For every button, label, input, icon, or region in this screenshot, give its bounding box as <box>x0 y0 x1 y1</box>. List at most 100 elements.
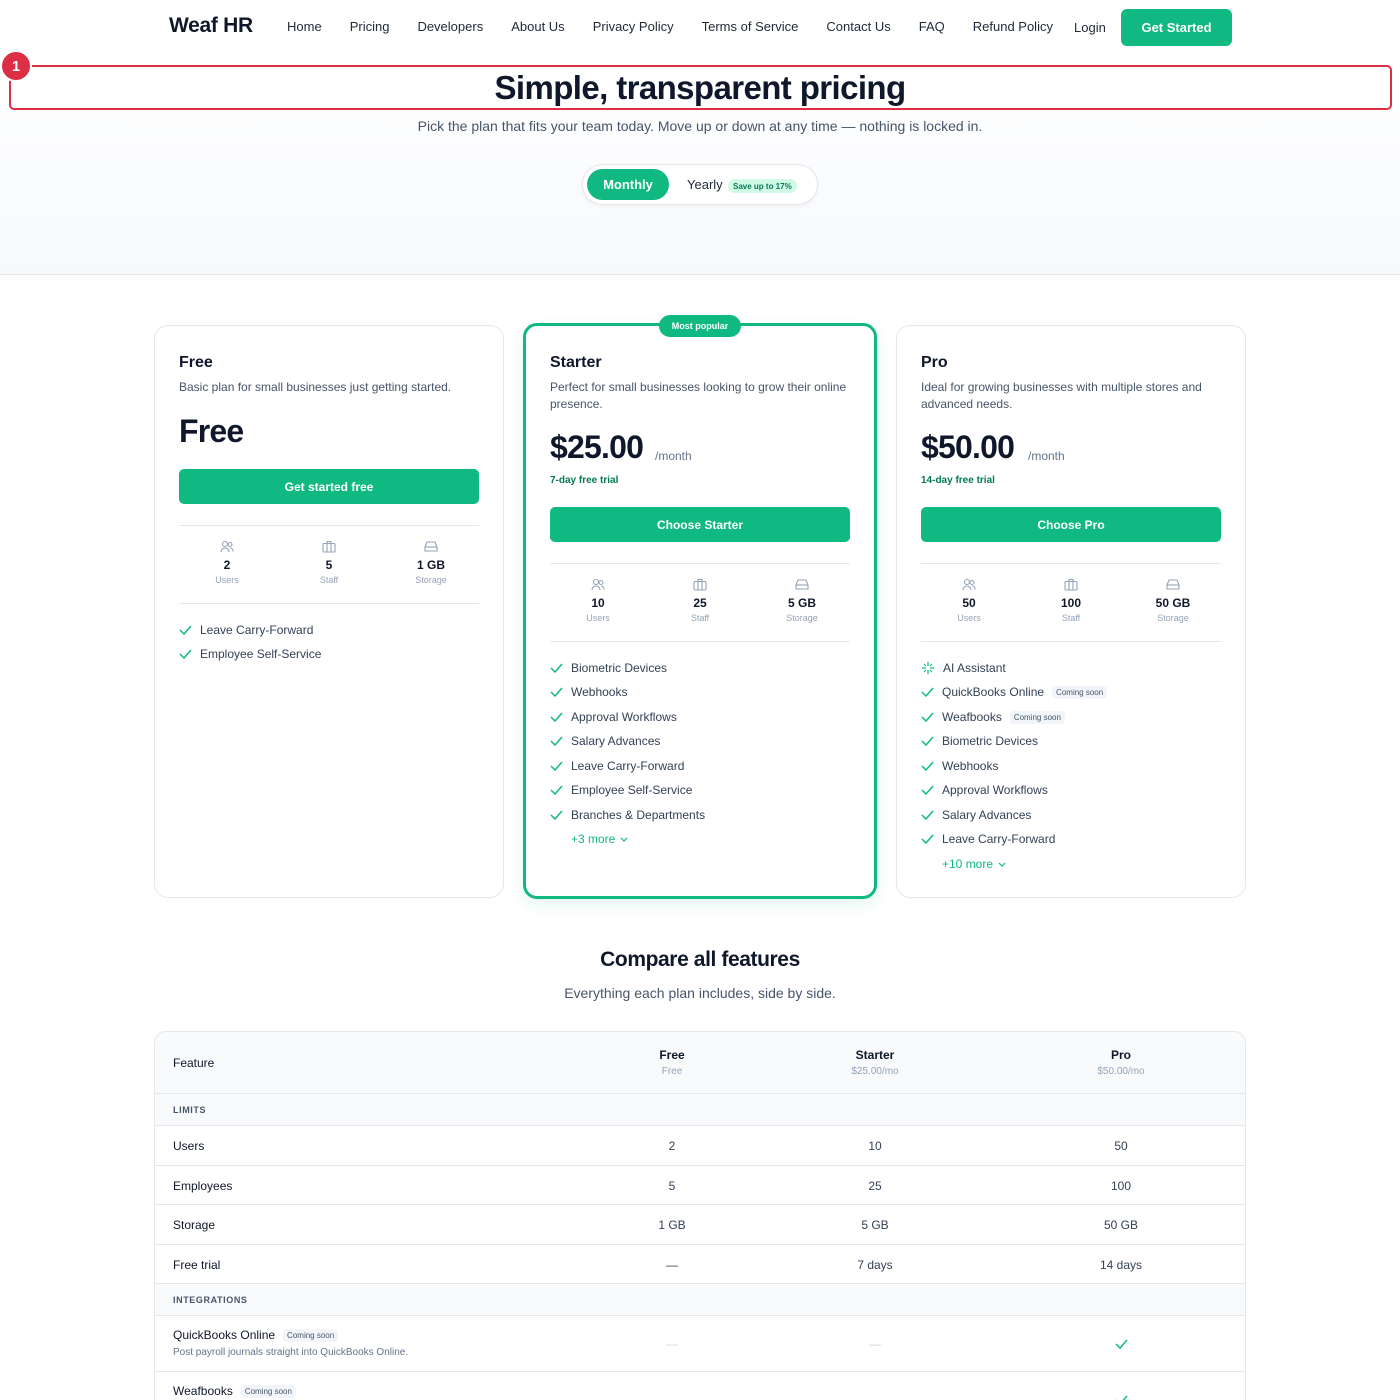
stat-label: Users <box>586 613 610 623</box>
nav-home[interactable]: Home <box>287 19 322 34</box>
save-badge: Save up to 17% <box>728 179 797 193</box>
nav-developers[interactable]: Developers <box>417 19 483 34</box>
stat-value: 100 <box>1060 596 1082 610</box>
cell-starter: 25 <box>868 1179 882 1193</box>
coming-soon-badge: Coming soon <box>1052 685 1108 699</box>
feature-item: Salary Advances <box>921 808 1031 822</box>
chevron-down-icon <box>998 862 1006 867</box>
nav-privacy-policy[interactable]: Privacy Policy <box>593 19 674 34</box>
check-icon <box>1115 1395 1128 1400</box>
header-plan-name: Pro <box>1110 1048 1131 1062</box>
feature-item: Weafbooks Coming soon <box>921 710 1065 724</box>
cell-starter: — <box>869 1393 881 1400</box>
feature-label: Biometric Devices <box>942 734 1039 748</box>
compare-subtitle: Everything each plan includes, side by s… <box>564 985 836 1001</box>
stat-value: 50 <box>962 596 976 610</box>
feature-label: Weafbooks <box>942 710 1002 724</box>
plan-name: Starter <box>550 354 602 371</box>
check-icon <box>179 625 192 635</box>
check-icon <box>921 712 934 722</box>
check-icon <box>921 810 934 820</box>
stat-value: 1 GB <box>416 558 445 572</box>
cell-starter: 10 <box>868 1139 882 1153</box>
stat-users: 50 Users <box>929 578 1009 623</box>
stat-value: 50 GB <box>1155 596 1191 610</box>
feature-label: Salary Advances <box>571 734 661 748</box>
feature-label: Biometric Devices <box>571 661 668 675</box>
row-feature: Users <box>173 1139 205 1153</box>
login-link[interactable]: Login <box>1074 20 1106 35</box>
briefcase-icon <box>1064 578 1078 591</box>
sparkle-icon <box>922 662 934 674</box>
divider <box>921 563 1221 564</box>
feature-item: Employee Self-Service <box>550 783 692 797</box>
storage-icon <box>795 579 809 590</box>
stat-users: 10 Users <box>558 578 638 623</box>
check-icon <box>550 712 563 722</box>
feature-item: Employee Self-Service <box>179 647 321 661</box>
annotation-box <box>9 65 1392 110</box>
feature-item: AI Assistant <box>921 661 1006 675</box>
stat-staff: 25 Staff <box>660 578 740 623</box>
storage-icon <box>424 541 438 552</box>
row-feature: Weafbooks Coming soon <box>173 1384 296 1398</box>
annotation-badge: 1 <box>0 50 32 82</box>
toggle-yearly[interactable]: Yearly <box>687 177 723 192</box>
get-started-free-button[interactable]: Get started free <box>179 469 479 504</box>
feature-label: Employee Self-Service <box>571 783 693 797</box>
check-icon <box>550 785 563 795</box>
more-label: +10 more <box>942 857 994 871</box>
table-row: Employees 5 25 100 <box>155 1166 1245 1205</box>
stat-label: Users <box>957 613 981 623</box>
nav-contact-us[interactable]: Contact Us <box>826 19 890 34</box>
nav-pricing[interactable]: Pricing <box>350 19 390 34</box>
cell-pro: 14 days <box>1099 1258 1143 1272</box>
check-icon <box>550 810 563 820</box>
cell-free: 1 GB <box>658 1218 686 1232</box>
feature-label: Branches & Departments <box>571 808 706 822</box>
get-started-button[interactable]: Get Started <box>1121 9 1232 46</box>
compare-title: Compare all features <box>600 948 800 971</box>
stat-users: 2 Users <box>187 540 267 585</box>
choose-pro-button[interactable]: Choose Pro <box>921 507 1221 542</box>
users-icon <box>962 578 976 591</box>
check-icon <box>1114 1339 1128 1350</box>
stat-value: 25 <box>693 596 707 610</box>
stat-value: 5 <box>325 558 333 572</box>
cell-pro <box>1071 1338 1171 1352</box>
nav-about-us[interactable]: About Us <box>511 19 564 34</box>
stat-label: Staff <box>1061 613 1081 623</box>
nav-refund-policy[interactable]: Refund Policy <box>973 19 1053 34</box>
billing-toggle: Monthly Yearly Save up to 17% <box>582 164 818 205</box>
table-row: Users 2 10 50 <box>155 1126 1245 1166</box>
users-icon <box>220 540 234 553</box>
logo[interactable]: Weaf HR <box>169 14 253 38</box>
nav-faq[interactable]: FAQ <box>919 19 945 34</box>
plan-period: /month <box>1028 449 1065 463</box>
check-icon <box>179 649 192 659</box>
nav-terms-of-service[interactable]: Terms of Service <box>702 19 799 34</box>
stat-staff: 100 Staff <box>1031 578 1111 623</box>
row-feature: QuickBooks Online Coming soon Post payro… <box>173 1328 408 1358</box>
plan-price: $50.00 <box>921 429 1015 465</box>
feature-label: Leave Carry-Forward <box>942 832 1056 846</box>
show-more-starter[interactable]: +3 more <box>571 832 628 846</box>
feature-item: Webhooks <box>921 759 998 773</box>
plan-name: Free <box>179 354 213 371</box>
toggle-monthly[interactable]: Monthly <box>587 169 669 200</box>
choose-starter-button[interactable]: Choose Starter <box>550 507 850 542</box>
divider <box>921 641 1221 642</box>
check-icon <box>921 785 934 795</box>
feature-item: Branches & Departments <box>550 808 705 822</box>
plan-card-free: Free Basic plan for small businesses jus… <box>154 325 504 898</box>
row-feature: Free trial <box>173 1258 221 1272</box>
cell-free: — <box>666 1258 678 1272</box>
header-plan-price: $50.00/mo <box>1097 1066 1145 1077</box>
show-more-pro[interactable]: +10 more <box>942 857 1006 871</box>
check-icon <box>921 687 934 697</box>
plan-trial: 14-day free trial <box>921 475 995 486</box>
feature-item: Leave Carry-Forward <box>550 759 684 773</box>
stat-value: 10 <box>591 596 605 610</box>
header-starter: Starter $25.00/mo <box>825 1048 925 1077</box>
stat-value: 2 <box>223 558 231 572</box>
